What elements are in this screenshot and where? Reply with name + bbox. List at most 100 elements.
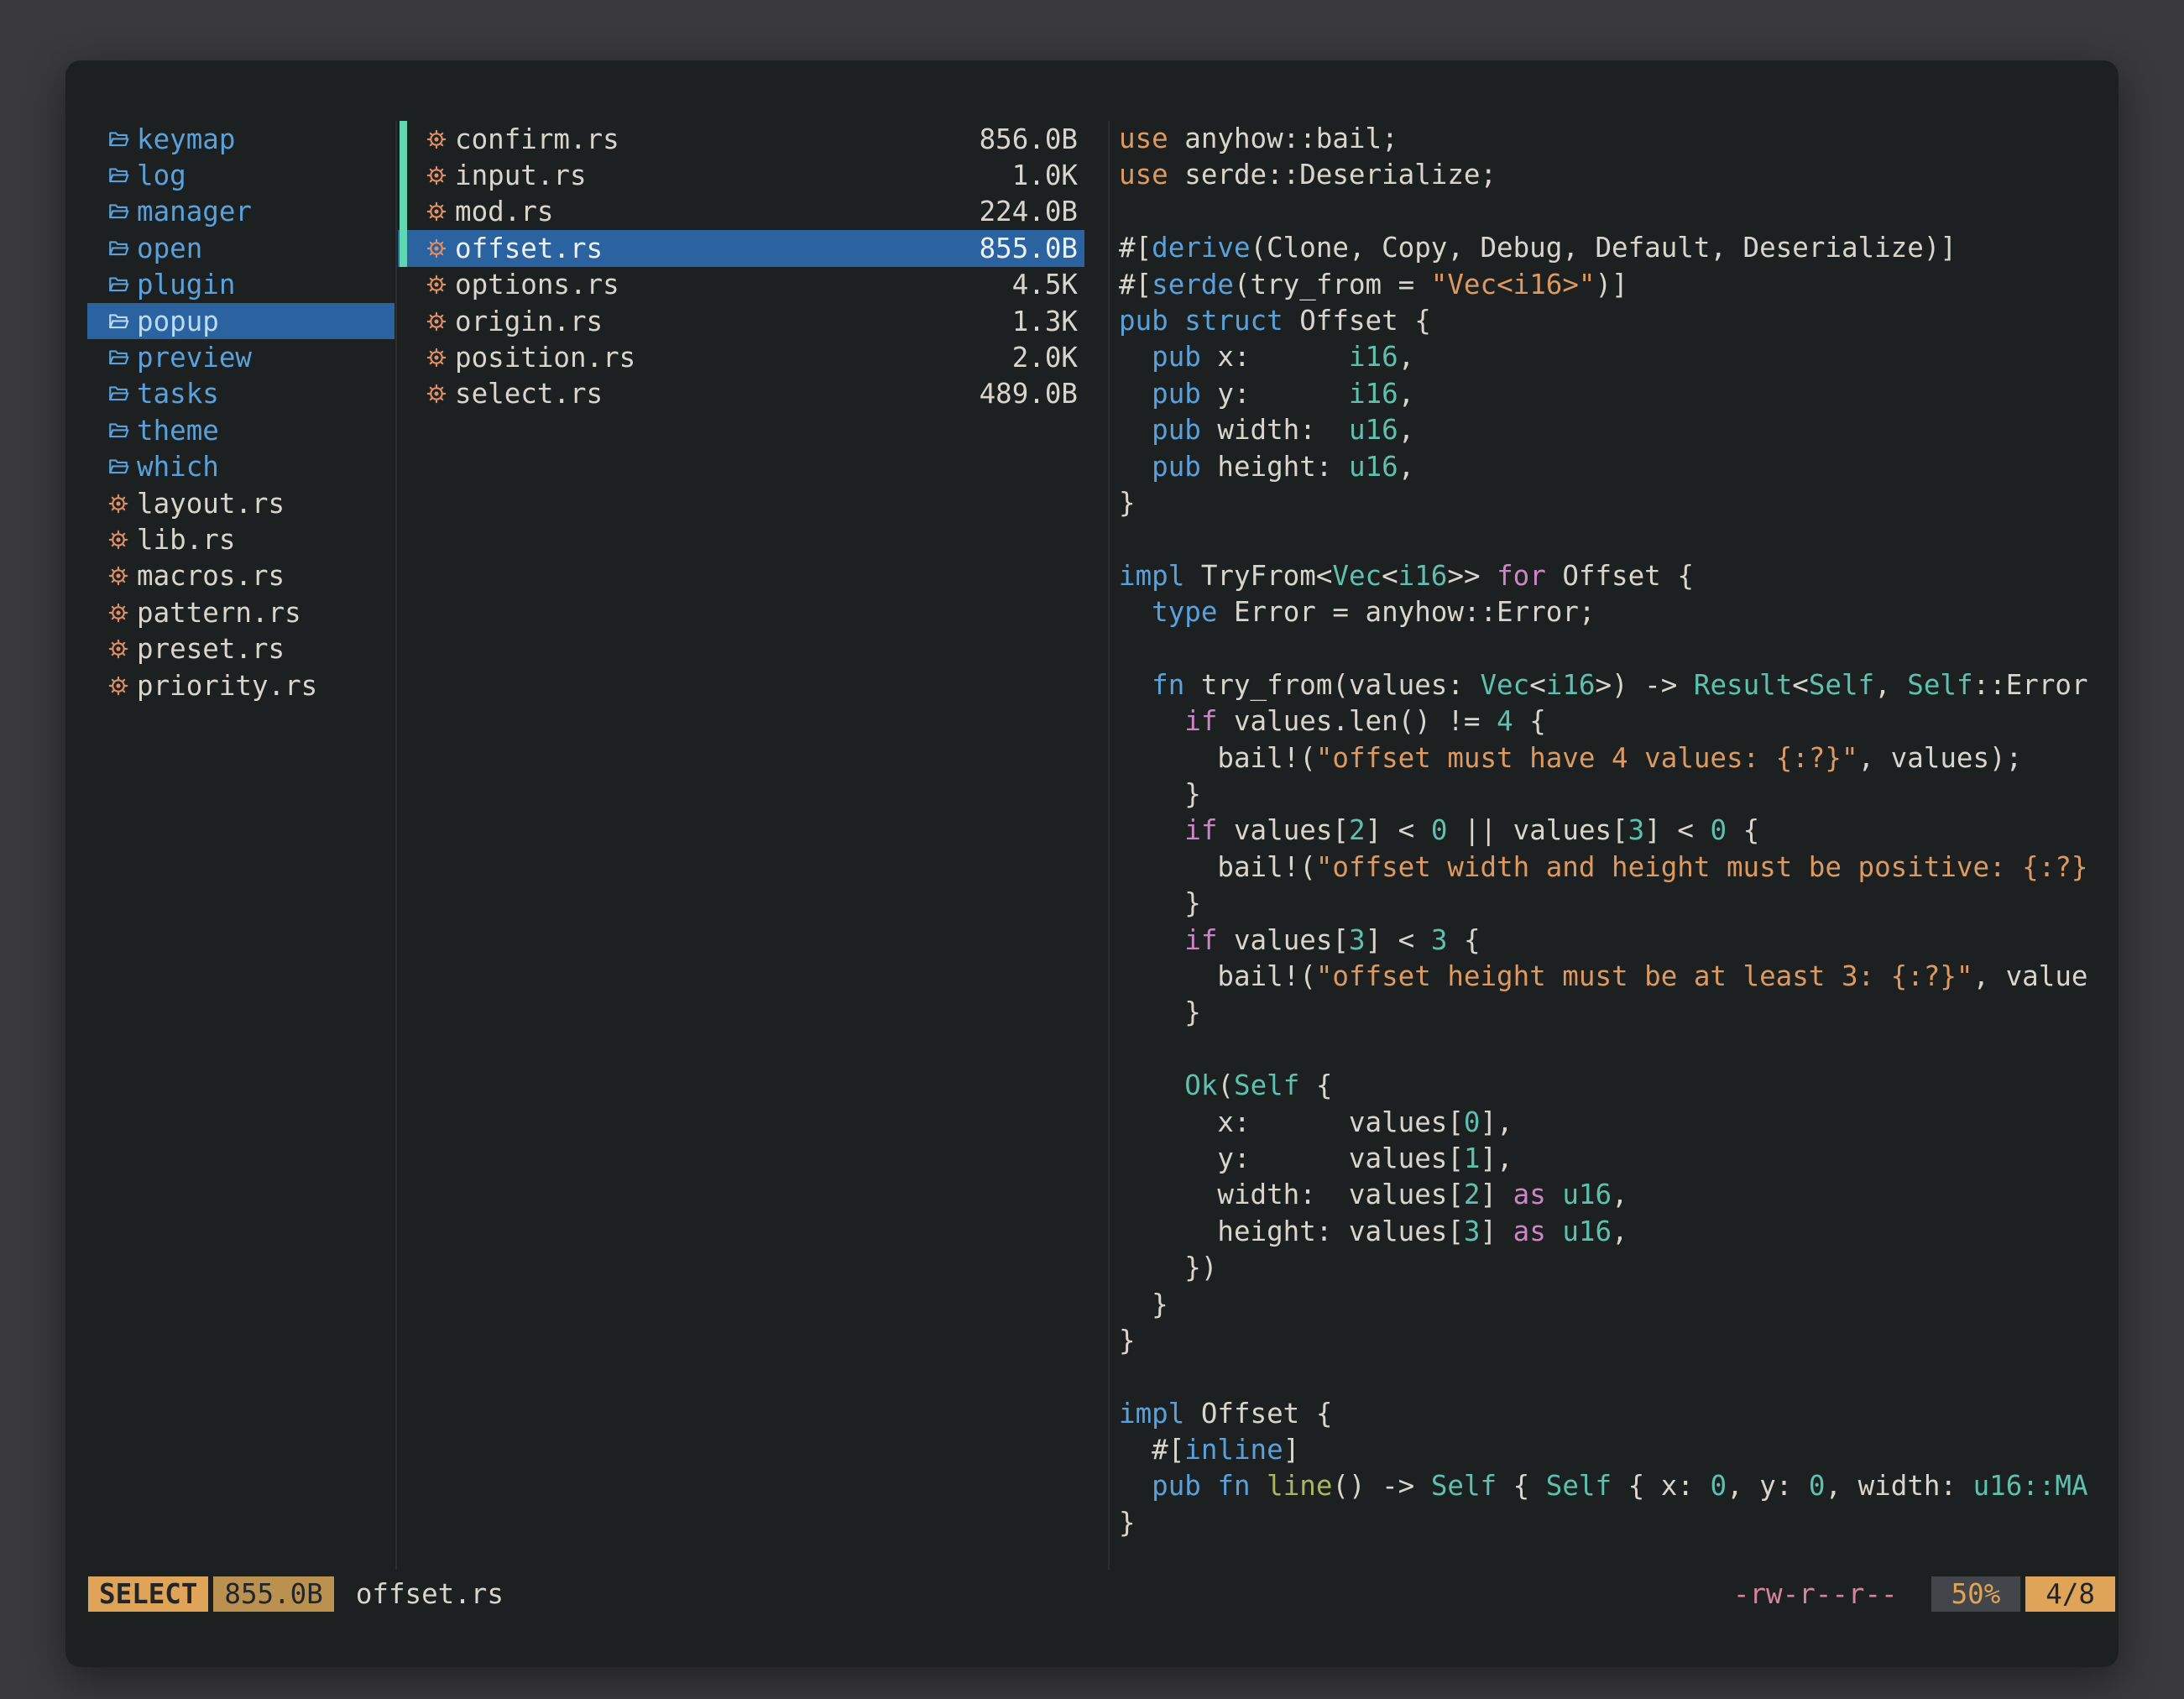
code-line: impl TryFrom<Vec<i16>> for Offset { bbox=[1119, 558, 2114, 594]
rust-file-icon bbox=[107, 675, 129, 697]
code-line bbox=[1119, 630, 2114, 667]
file-item-preset-rs[interactable]: preset.rs bbox=[87, 630, 394, 667]
file-name: select.rs bbox=[455, 378, 603, 410]
file-item-macros-rs[interactable]: macros.rs bbox=[87, 558, 394, 594]
file-item-pattern-rs[interactable]: pattern.rs bbox=[87, 594, 394, 630]
dir-item-keymap[interactable]: keymap bbox=[87, 121, 394, 157]
code-line: #[inline] bbox=[1119, 1432, 2114, 1468]
file-name: popup bbox=[137, 306, 219, 337]
file-name: priority.rs bbox=[137, 670, 317, 702]
code-line bbox=[1119, 1032, 2114, 1068]
parent-directory-pane: keymaplog manager openpluginpopup preview ta… bbox=[87, 121, 394, 703]
dir-item-theme[interactable]: theme bbox=[87, 412, 394, 448]
dir-item-log[interactable]: log bbox=[87, 157, 394, 193]
file-item-lib-rs[interactable]: lib.rs bbox=[87, 521, 394, 557]
file-name: options.rs bbox=[455, 269, 619, 301]
file-name: confirm.rs bbox=[455, 123, 619, 155]
cursor-position-badge: 4/8 bbox=[2025, 1576, 2115, 1612]
code-line: if values[3] < 3 { bbox=[1119, 923, 2114, 959]
desktop-background: keymaplog manager openpluginpopup preview ta… bbox=[0, 0, 2184, 1699]
code-line: if values[2] < 0 || values[3] < 0 { bbox=[1119, 813, 2114, 849]
file-name: preview bbox=[137, 342, 252, 374]
dir-item-plugin[interactable]: plugin bbox=[87, 267, 394, 303]
file-name: layout.rs bbox=[137, 488, 285, 520]
code-line: } bbox=[1119, 776, 2114, 813]
pane-divider-right bbox=[1108, 121, 1110, 1570]
code-line: type Error = anyhow::Error; bbox=[1119, 594, 2114, 630]
code-line: width: values[2] as u16, bbox=[1119, 1177, 2114, 1213]
folder-open-icon bbox=[107, 383, 129, 405]
dir-item-manager[interactable]: manager bbox=[87, 194, 394, 230]
file-name: manager bbox=[137, 196, 252, 227]
file-name: open bbox=[137, 233, 202, 264]
status-bar-right: -rw-r--r-- 50% 4/8 bbox=[1733, 1576, 2115, 1612]
dir-item-open[interactable]: open bbox=[87, 230, 394, 266]
folder-open-icon bbox=[107, 238, 129, 259]
status-bar-left: SELECT 855.0B offset.rs bbox=[88, 1576, 504, 1612]
folder-open-icon bbox=[107, 165, 129, 186]
code-line: #[serde(try_from = "Vec<i16>")] bbox=[1119, 267, 2114, 303]
file-name: tasks bbox=[137, 378, 219, 410]
file-preview-pane: use anyhow::bail;use serde::Deserialize;… bbox=[1119, 121, 2114, 1541]
folder-open-icon bbox=[107, 311, 129, 332]
rust-file-icon bbox=[107, 529, 129, 551]
rust-file-icon bbox=[107, 565, 129, 587]
file-size: 489.0B bbox=[980, 378, 1078, 410]
code-line: pub height: u16, bbox=[1119, 449, 2114, 485]
file-item-origin-rs[interactable]: origin.rs 1.3K bbox=[398, 303, 1084, 339]
folder-open-icon bbox=[107, 274, 129, 295]
status-bar: SELECT 855.0B offset.rs -rw-r--r-- 50% 4… bbox=[88, 1576, 2115, 1612]
code-line: bail!("offset width and height must be p… bbox=[1119, 850, 2114, 886]
file-size: 856.0B bbox=[980, 123, 1078, 155]
file-name: preset.rs bbox=[137, 633, 285, 665]
rust-file-icon bbox=[107, 602, 129, 624]
code-line: pub struct Offset { bbox=[1119, 303, 2114, 339]
file-size-badge: 855.0B bbox=[213, 1576, 333, 1612]
pane-divider-left bbox=[395, 121, 397, 1570]
file-size: 4.5K bbox=[1012, 269, 1078, 301]
code-line: } bbox=[1119, 485, 2114, 521]
code-line: } bbox=[1119, 886, 2114, 922]
dir-item-popup[interactable]: popup bbox=[87, 303, 394, 339]
code-line: x: values[0], bbox=[1119, 1105, 2114, 1141]
file-item-select-rs[interactable]: select.rs 489.0B bbox=[398, 376, 1084, 412]
dir-item-preview[interactable]: preview bbox=[87, 339, 394, 375]
code-line: #[derive(Clone, Copy, Debug, Default, De… bbox=[1119, 230, 2114, 266]
file-item-mod-rs[interactable]: mod.rs224.0B bbox=[398, 194, 1084, 230]
rust-file-icon bbox=[426, 201, 447, 222]
code-line: pub y: i16, bbox=[1119, 376, 2114, 412]
file-item-offset-rs[interactable]: offset.rs855.0B bbox=[398, 230, 1084, 266]
file-item-input-rs[interactable]: input.rs1.0K bbox=[398, 157, 1084, 193]
code-line bbox=[1119, 1359, 2114, 1395]
code-line bbox=[1119, 521, 2114, 557]
file-name: position.rs bbox=[455, 342, 635, 374]
file-name: input.rs bbox=[455, 159, 587, 191]
rust-file-icon bbox=[426, 238, 447, 259]
code-line: pub width: u16, bbox=[1119, 412, 2114, 448]
dir-item-which[interactable]: which bbox=[87, 449, 394, 485]
rust-file-icon bbox=[426, 311, 447, 332]
folder-open-icon bbox=[107, 201, 129, 222]
rust-file-icon bbox=[426, 274, 447, 295]
file-size: 1.3K bbox=[1012, 306, 1078, 337]
file-permissions: -rw-r--r-- bbox=[1733, 1578, 1898, 1610]
file-item-options-rs[interactable]: options.rs 4.5K bbox=[398, 267, 1084, 303]
file-item-layout-rs[interactable]: layout.rs bbox=[87, 485, 394, 521]
folder-open-icon bbox=[107, 128, 129, 150]
file-name: log bbox=[137, 159, 186, 191]
code-line: }) bbox=[1119, 1250, 2114, 1286]
code-line: y: values[1], bbox=[1119, 1141, 2114, 1177]
status-filename: offset.rs bbox=[356, 1578, 504, 1610]
file-name: origin.rs bbox=[455, 306, 603, 337]
file-item-position-rs[interactable]: position.rs 2.0K bbox=[398, 339, 1084, 375]
code-line: } bbox=[1119, 1287, 2114, 1323]
file-size: 855.0B bbox=[980, 233, 1078, 264]
code-line: pub fn line() -> Self { Self { x: 0, y: … bbox=[1119, 1468, 2114, 1504]
file-name: theme bbox=[137, 415, 219, 447]
folder-open-icon bbox=[107, 347, 129, 369]
file-size: 2.0K bbox=[1012, 342, 1078, 374]
code-line: pub x: i16, bbox=[1119, 339, 2114, 375]
file-item-priority-rs[interactable]: priority.rs bbox=[87, 667, 394, 703]
dir-item-tasks[interactable]: tasks bbox=[87, 376, 394, 412]
file-item-confirm-rs[interactable]: confirm.rs 856.0B bbox=[398, 121, 1084, 157]
